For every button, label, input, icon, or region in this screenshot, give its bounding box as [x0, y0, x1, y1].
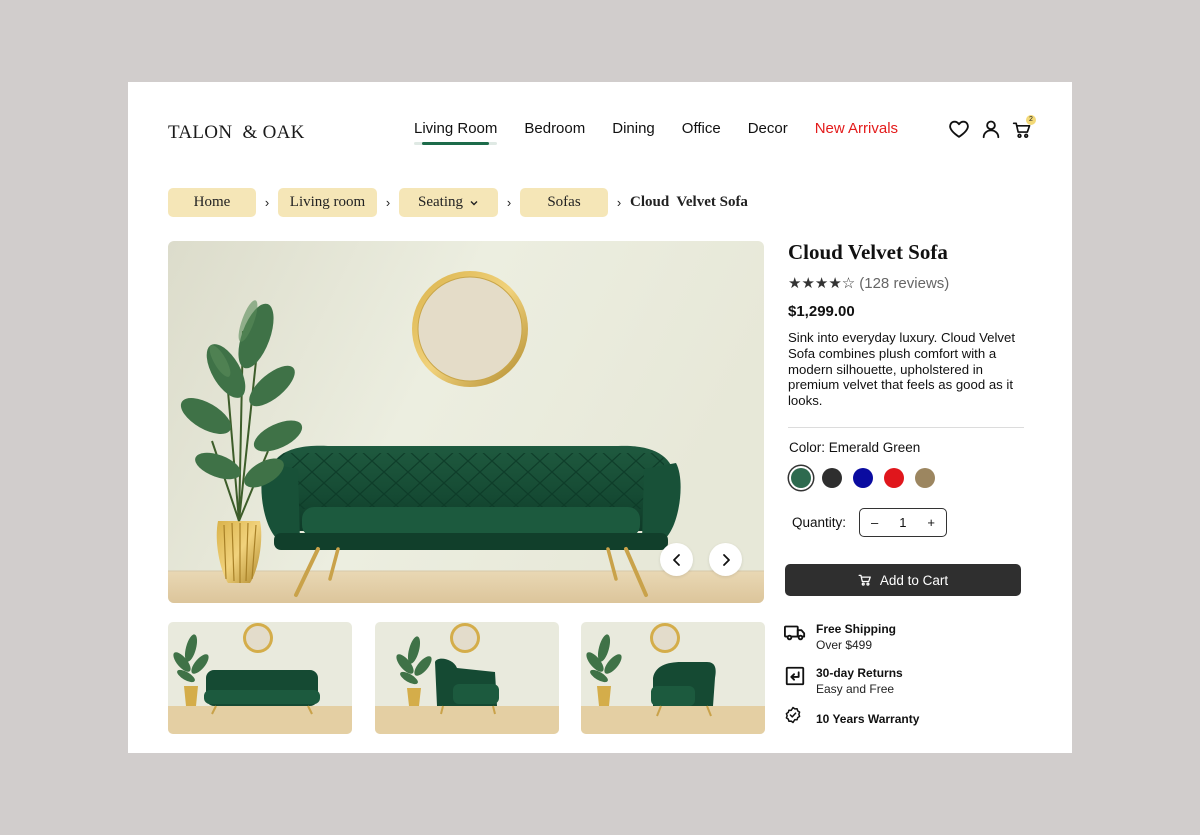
chevron-right-icon[interactable]	[709, 543, 742, 576]
add-to-cart-label: Add to Cart	[879, 572, 949, 588]
thumbnail-angled-view[interactable]	[375, 622, 559, 734]
quantity-label: Quantity:	[792, 515, 847, 530]
main-product-image[interactable]	[168, 241, 764, 603]
color-swatches	[791, 468, 935, 488]
nav-decor[interactable]: Decor	[748, 120, 788, 145]
swatch-red[interactable]	[884, 468, 904, 488]
cart-count-badge: 2	[1026, 115, 1036, 125]
nav-new-arrivals[interactable]: New Arrivals	[815, 120, 898, 145]
chevron-right-icon: ›	[264, 195, 270, 210]
feature-title: Free Shipping	[816, 622, 897, 636]
review-count: (128 reviews)	[859, 274, 950, 292]
chevron-right-icon: ›	[616, 195, 622, 210]
nav-bedroom[interactable]: Bedroom	[524, 120, 585, 145]
chevron-down-icon	[470, 200, 478, 205]
breadcrumb-home[interactable]: Home	[168, 188, 256, 217]
product-rating[interactable]: ★★★★☆ (128 reviews)	[788, 274, 950, 293]
product-price: $1,299.00	[788, 303, 855, 320]
color-label: Color: Emerald Green	[789, 440, 921, 455]
swatch-navy-blue[interactable]	[853, 468, 873, 488]
user-icon[interactable]	[980, 118, 1002, 140]
thumbnail-side-view[interactable]	[581, 622, 765, 734]
quantity-increase-button[interactable]: +	[927, 515, 935, 530]
nav-living-room[interactable]: Living Room	[414, 120, 498, 145]
feature-returns: 30-day Returns Easy and Free	[784, 665, 903, 698]
breadcrumb-seating-label: Seating	[418, 194, 463, 210]
cart-icon	[858, 574, 871, 586]
breadcrumb-seating[interactable]: Seating	[399, 188, 498, 217]
main-nav: Living Room Bedroom Dining Office Decor …	[414, 120, 925, 145]
header-icons: 2	[948, 115, 1036, 140]
nav-dining[interactable]: Dining	[612, 120, 655, 145]
cart-icon[interactable]: 2	[1012, 115, 1036, 140]
swatch-emerald-green[interactable]	[791, 468, 811, 488]
breadcrumb-sofas[interactable]: Sofas	[520, 188, 608, 217]
feature-title: 10 Years Warranty	[816, 712, 920, 726]
divider	[788, 427, 1024, 428]
product-description: Sink into everyday luxury. Cloud Velvet …	[788, 330, 1015, 409]
add-to-cart-button[interactable]: Add to Cart	[785, 564, 1021, 596]
heart-icon[interactable]	[948, 118, 970, 140]
quantity-stepper: – 1 +	[859, 508, 947, 537]
brand-logo[interactable]: TALON & OAK	[168, 122, 305, 144]
feature-subtitle: Easy and Free	[816, 682, 895, 696]
chevron-left-icon[interactable]	[660, 543, 693, 576]
nav-office[interactable]: Office	[682, 120, 721, 145]
swatch-charcoal[interactable]	[822, 468, 842, 488]
star-rating-icon: ★★★★☆	[788, 275, 856, 292]
product-page: TALON & OAK Living Room Bedroom Dining O…	[128, 82, 1072, 753]
feature-subtitle: Over $499	[816, 638, 873, 652]
feature-title: 30-day Returns	[816, 666, 903, 680]
return-icon	[784, 665, 806, 687]
swatch-taupe[interactable]	[915, 468, 935, 488]
breadcrumb-living-room[interactable]: Living room	[278, 188, 377, 217]
feature-warranty: 10 Years Warranty	[784, 706, 919, 728]
chevron-right-icon: ›	[506, 195, 512, 210]
feature-free-shipping: Free Shipping Over $499	[784, 621, 896, 654]
breadcrumb-current: Cloud Velvet Sofa	[630, 194, 748, 210]
quantity-value[interactable]: 1	[899, 515, 906, 530]
quantity-decrease-button[interactable]: –	[871, 515, 878, 530]
chevron-right-icon: ›	[385, 195, 391, 210]
thumbnail-front-view[interactable]	[168, 622, 352, 734]
badge-check-icon	[784, 706, 806, 728]
truck-icon	[784, 621, 806, 643]
breadcrumb: Home › Living room › Seating › Sofas › C…	[168, 188, 748, 217]
product-title: Cloud Velvet Sofa	[788, 240, 948, 264]
